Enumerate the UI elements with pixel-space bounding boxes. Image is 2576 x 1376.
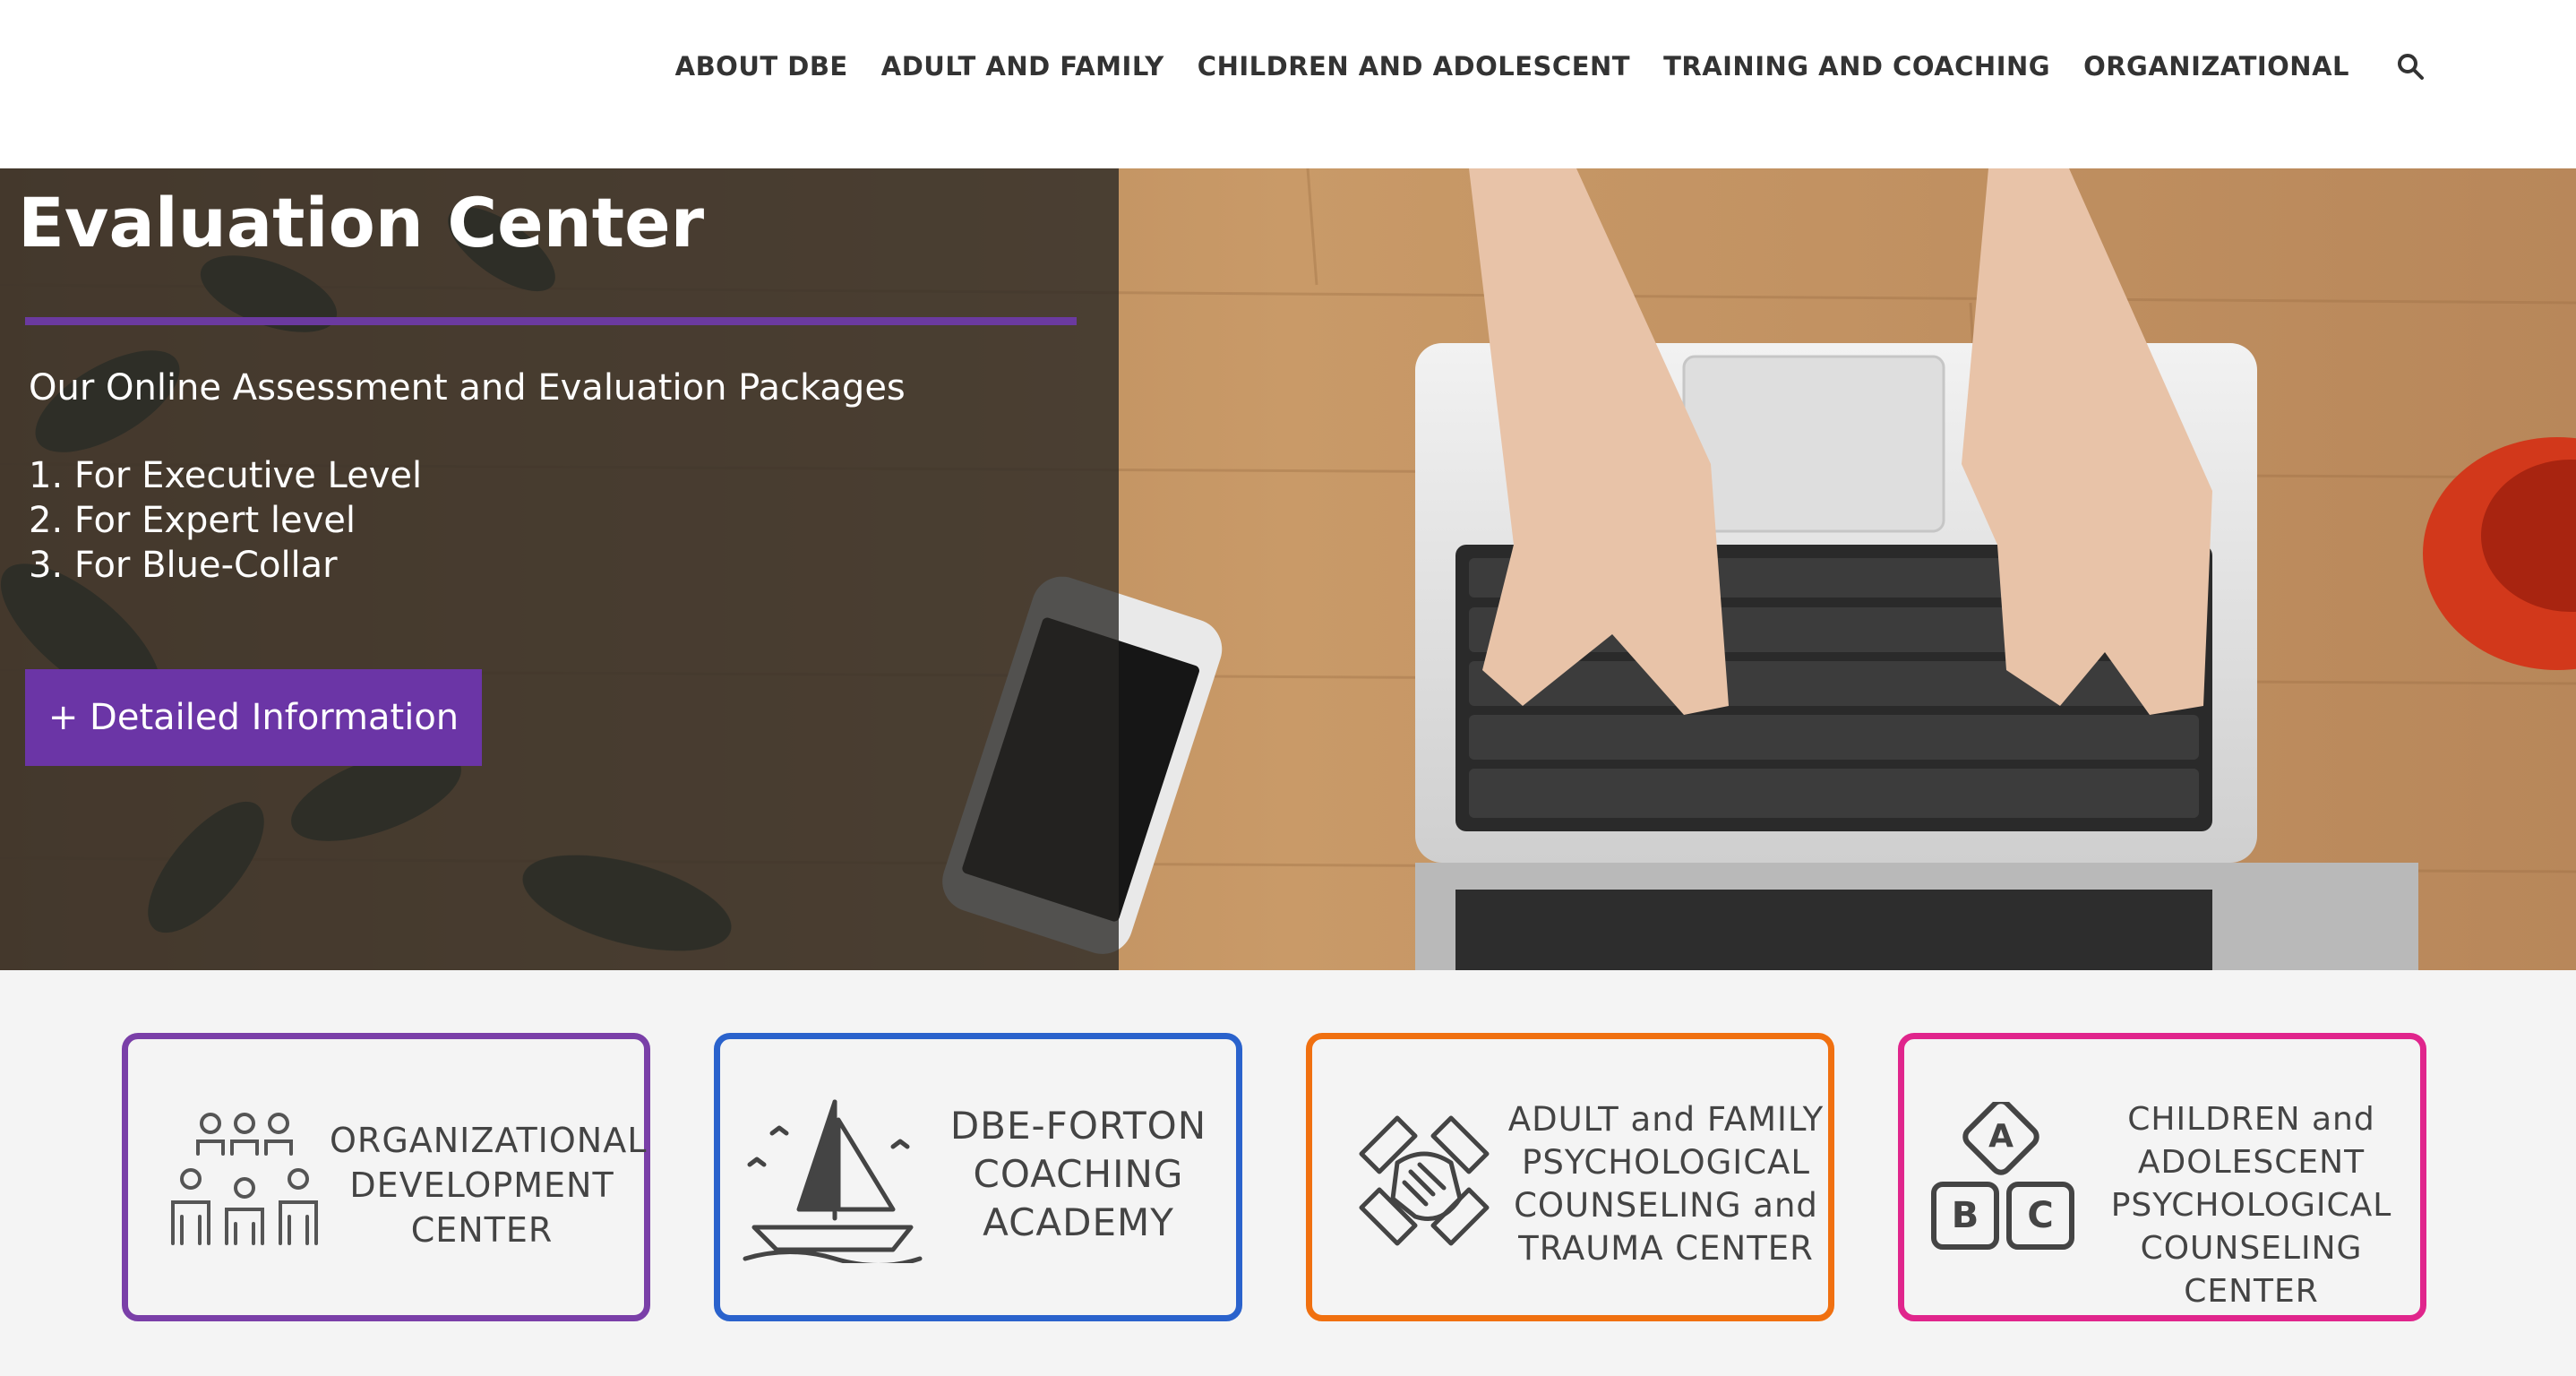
card-label: DBE-FORTON COACHING ACADEMY <box>949 1104 1207 1244</box>
site-header: ABOUT DBE ADULT AND FAMILY CHILDREN AND … <box>0 0 2576 168</box>
sailboat-icon <box>743 1099 923 1263</box>
nav-item-children-and-adolescent[interactable]: CHILDREN AND ADOLESCENT <box>1198 51 1630 82</box>
card-label: CHILDREN and ADOLESCENT PSYCHOLOGICAL CO… <box>2110 1101 2392 1310</box>
nav-item-organizational[interactable]: ORGANIZATIONAL <box>2083 51 2349 82</box>
package-list-item: 3. For Blue-Collar <box>29 545 338 586</box>
hero-subtitle: Our Online Assessment and Evaluation Pac… <box>29 367 906 408</box>
svg-text:A: A <box>1988 1118 2014 1155</box>
hero-divider <box>25 317 1077 325</box>
service-cards: ORGANIZATIONAL DEVELOPMENT CENTER DBE-FO… <box>0 970 2576 1376</box>
svg-text:C: C <box>2027 1195 2053 1236</box>
card-organizational-development-center[interactable]: ORGANIZATIONAL DEVELOPMENT CENTER <box>122 1033 650 1321</box>
search-icon[interactable] <box>2392 48 2428 84</box>
team-icon <box>171 1113 318 1245</box>
card-dbe-forton-coaching-academy[interactable]: DBE-FORTON COACHING ACADEMY <box>714 1033 1242 1321</box>
nav-item-adult-and-family[interactable]: ADULT AND FAMILY <box>881 51 1164 82</box>
card-children-and-adolescent-counseling[interactable]: A B C CHILDREN and ADOLESCENT PSYCHOLOGI… <box>1898 1033 2426 1321</box>
card-label: ORGANIZATIONAL DEVELOPMENT CENTER <box>330 1121 648 1250</box>
package-list: 1. For Executive Level 2. For Expert lev… <box>29 453 422 588</box>
package-list-item: 1. For Executive Level <box>29 455 423 496</box>
nav-item-about-dbe[interactable]: ABOUT DBE <box>675 51 848 82</box>
card-label: ADULT and FAMILY PSYCHOLOGICAL COUNSELIN… <box>1507 1100 1825 1268</box>
nav-item-training-and-coaching[interactable]: TRAINING AND COACHING <box>1663 51 2050 82</box>
joined-hands-icon <box>1359 1115 1490 1246</box>
hero-banner: Evaluation Center Our Online Assessment … <box>0 168 2576 970</box>
abc-blocks-icon: A B C <box>1931 1102 2074 1250</box>
package-list-item: 2. For Expert level <box>29 500 356 541</box>
card-adult-and-family-counseling[interactable]: ADULT and FAMILY PSYCHOLOGICAL COUNSELIN… <box>1306 1033 1834 1321</box>
hero-title: Evaluation Center <box>18 183 705 262</box>
detailed-information-button[interactable]: + Detailed Information <box>25 669 482 766</box>
svg-text:B: B <box>1952 1195 1979 1236</box>
main-nav: ABOUT DBE ADULT AND FAMILY CHILDREN AND … <box>642 45 2428 88</box>
